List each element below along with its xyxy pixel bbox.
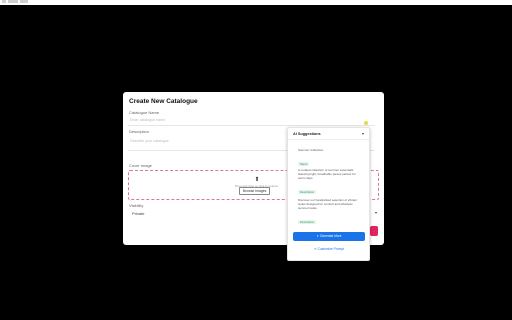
suggestion-item[interactable]: Summer Collection Name (298, 148, 362, 170)
suggestion-text: A curated collection of summer essential… (298, 168, 356, 180)
suggestion-text: Discover our handpicked selection of vib… (298, 198, 357, 210)
chevron-down-icon[interactable]: ▾ (362, 131, 364, 136)
ai-suggestions-title: AI Suggestions (293, 132, 321, 136)
suggestion-item[interactable]: Discover our handpicked selection of vib… (298, 198, 362, 228)
generate-more-button[interactable]: ✦ Generate More (293, 232, 365, 241)
customize-prompt-button[interactable]: ↻ Customize Prompt (293, 245, 365, 253)
suggestion-badge: Description (298, 220, 316, 224)
catalogue-name-placeholder: Enter catalogue name (130, 118, 166, 122)
suggestion-badge: Name (298, 162, 310, 166)
upload-icon: ⬆ (254, 177, 260, 183)
suggestion-badge: Description (298, 190, 316, 194)
generate-more-label: Generate More (320, 234, 342, 238)
sparkle-icon[interactable] (364, 121, 368, 125)
top-bar-mark (8, 0, 18, 3)
customize-prompt-label: Customize Prompt (317, 247, 344, 251)
description-label: Description (129, 129, 150, 134)
create-button[interactable] (370, 226, 378, 236)
description-placeholder: Describe your catalogue (130, 139, 169, 143)
cover-image-label: Cover Image (129, 163, 152, 168)
top-bar-mark (20, 0, 28, 3)
catalogue-name-input[interactable]: Enter catalogue name (128, 116, 375, 126)
browse-images-button[interactable]: Browse Images (239, 187, 271, 195)
ai-suggestions-panel: AI Suggestions ▾ Summer Collection Name … (287, 127, 370, 261)
ai-suggestions-header[interactable]: AI Suggestions ▾ (288, 128, 369, 140)
visibility-value: Private (132, 211, 145, 216)
chevron-down-icon: ▾ (374, 210, 377, 215)
modal-title: Create New Catalogue (129, 98, 198, 105)
top-bar-mark (2, 0, 6, 3)
suggestion-item[interactable]: A curated collection of summer essential… (298, 168, 362, 198)
visibility-label: Visibility (129, 203, 144, 208)
suggestion-text: Summer Collection (298, 148, 324, 152)
catalogue-name-label: Catalogue Name (129, 110, 160, 115)
browser-top-bar (0, 0, 512, 5)
